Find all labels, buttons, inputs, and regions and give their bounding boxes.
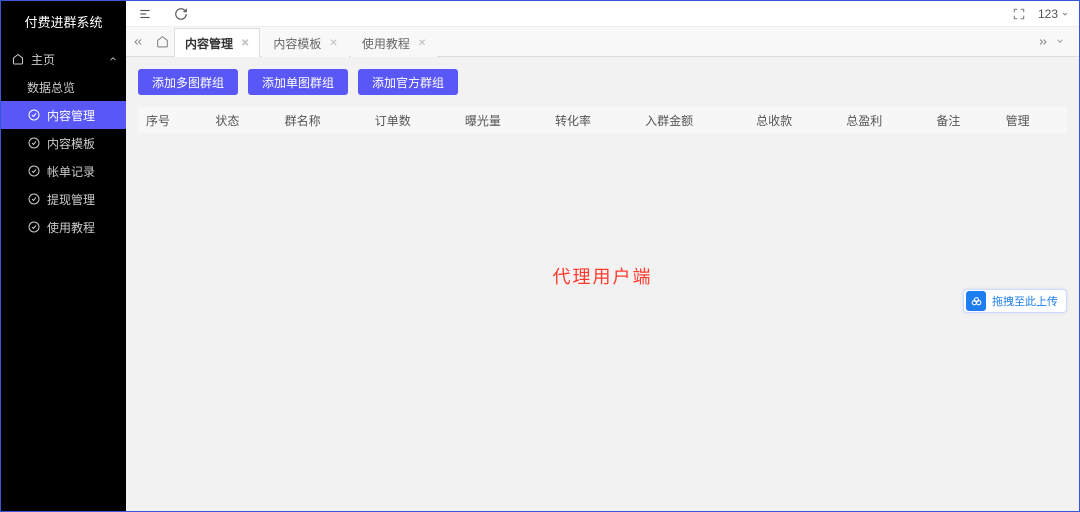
sidebar-item-content-manage[interactable]: 内容管理 — [1, 101, 126, 129]
tab-content-template[interactable]: 内容模板 ✕ — [262, 28, 348, 57]
tab-label: 内容模板 — [273, 35, 321, 52]
tabs-prev-button[interactable] — [132, 36, 150, 48]
home-icon — [11, 53, 25, 65]
add-single-image-group-button[interactable]: 添加单图群组 — [248, 69, 348, 95]
sidebar-item-tutorial[interactable]: 使用教程 — [1, 213, 126, 241]
table-header: 总收款 — [748, 107, 838, 133]
chevron-up-icon — [108, 54, 118, 64]
tab-content-manage[interactable]: 内容管理 ✕ — [174, 28, 260, 57]
sidebar-home[interactable]: 主页 — [1, 45, 126, 73]
data-table: 序号 状态 群名称 订单数 曝光量 转化率 入群金额 总收款 总盈利 备注 管理 — [138, 107, 1067, 133]
tab-label: 使用教程 — [362, 35, 410, 52]
sidebar-item-content-template[interactable]: 内容模板 — [1, 129, 126, 157]
content-area: 添加多图群组 添加单图群组 添加官方群组 序号 状态 群名称 订单数 曝光量 转… — [126, 57, 1079, 511]
close-icon[interactable]: ✕ — [329, 38, 337, 49]
table-header: 备注 — [928, 107, 997, 133]
cloud-upload-icon — [966, 291, 986, 311]
upload-tip-label: 拖拽至此上传 — [992, 293, 1058, 309]
user-dropdown[interactable]: 123 — [1038, 7, 1069, 21]
table-header: 群名称 — [277, 107, 367, 133]
sidebar-item-label: 内容模板 — [47, 135, 95, 152]
sidebar-item-label: 使用教程 — [47, 219, 95, 236]
table-header: 订单数 — [367, 107, 457, 133]
table-header: 总盈利 — [838, 107, 928, 133]
table-header: 序号 — [138, 107, 207, 133]
refresh-button[interactable] — [172, 5, 190, 23]
topbar: 123 — [126, 1, 1079, 27]
sidebar-item-label: 内容管理 — [47, 107, 95, 124]
action-buttons: 添加多图群组 添加单图群组 添加官方群组 — [138, 69, 1067, 95]
check-circle-icon — [27, 137, 41, 149]
table-header: 转化率 — [547, 107, 637, 133]
check-circle-icon — [27, 193, 41, 205]
chevron-down-icon — [1061, 10, 1069, 18]
table-header: 管理 — [998, 107, 1067, 133]
tab-home-button[interactable] — [150, 35, 174, 48]
main: 123 内容管理 ✕ 内容模板 ✕ 使用教程 ✕ — [126, 1, 1079, 511]
sidebar-item-overview[interactable]: 数据总览 — [1, 73, 126, 101]
table-header: 曝光量 — [457, 107, 547, 133]
sidebar-item-label: 数据总览 — [27, 79, 75, 96]
tab-tutorial[interactable]: 使用教程 ✕ — [351, 28, 437, 57]
check-circle-icon — [27, 221, 41, 233]
sidebar-item-billing[interactable]: 帐单记录 — [1, 157, 126, 185]
fullscreen-button[interactable] — [1010, 5, 1028, 23]
table-header: 入群金额 — [637, 107, 748, 133]
close-icon[interactable]: ✕ — [418, 38, 426, 49]
tabbar: 内容管理 ✕ 内容模板 ✕ 使用教程 ✕ — [126, 27, 1079, 57]
add-multi-image-group-button[interactable]: 添加多图群组 — [138, 69, 238, 95]
tabs-next-button[interactable] — [1037, 36, 1055, 48]
sidebar-item-withdraw[interactable]: 提现管理 — [1, 185, 126, 213]
add-official-group-button[interactable]: 添加官方群组 — [358, 69, 458, 95]
watermark-text: 代理用户端 — [138, 263, 1067, 289]
sidebar-item-label: 提现管理 — [47, 191, 95, 208]
sidebar: 付费进群系统 主页 数据总览 内容管理 内容模板 — [1, 1, 126, 511]
upload-dropzone[interactable]: 拖拽至此上传 — [963, 289, 1067, 313]
collapse-sidebar-button[interactable] — [136, 5, 154, 23]
table-header: 状态 — [207, 107, 276, 133]
sidebar-home-label: 主页 — [31, 51, 55, 68]
sidebar-item-label: 帐单记录 — [47, 163, 95, 180]
user-label: 123 — [1038, 7, 1058, 21]
app-title: 付费进群系统 — [1, 1, 126, 45]
check-circle-icon — [27, 109, 41, 121]
check-circle-icon — [27, 165, 41, 177]
tabs-menu-button[interactable] — [1055, 36, 1073, 48]
tab-label: 内容管理 — [185, 35, 233, 52]
close-icon[interactable]: ✕ — [241, 38, 249, 49]
